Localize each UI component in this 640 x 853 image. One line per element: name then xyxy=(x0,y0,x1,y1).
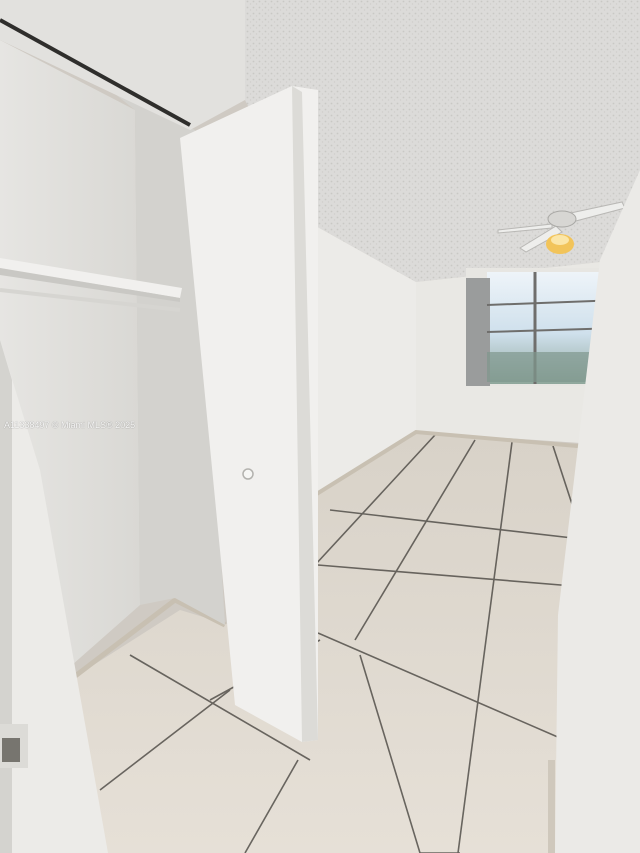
listing-watermark: A11338497 © Miami MLS® 2025 xyxy=(4,420,136,430)
room-photo: A11338497 © Miami MLS® 2025 xyxy=(0,0,640,853)
door-knob-icon xyxy=(242,468,254,480)
